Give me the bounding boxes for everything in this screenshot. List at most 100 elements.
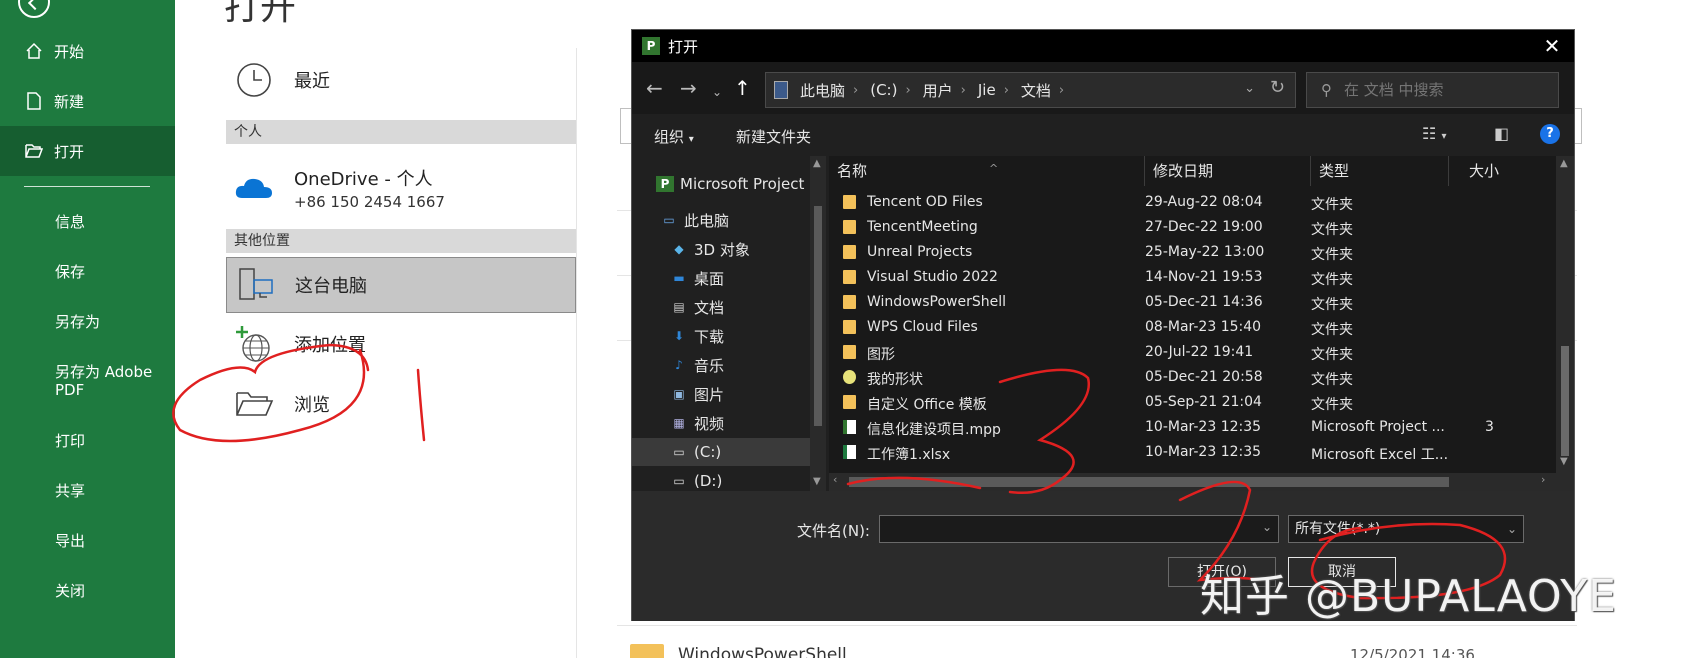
search-input[interactable] — [1344, 81, 1534, 99]
location-add-place[interactable]: 添加位置 — [226, 316, 576, 372]
nav-pane-label: 此电脑 — [684, 211, 730, 230]
file-date: 05-Dec-21 14:36 — [1145, 294, 1263, 310]
view-options-icon[interactable]: ☷ ▾ — [1422, 124, 1446, 143]
column-header-date[interactable]: 修改日期 — [1145, 156, 1311, 186]
help-icon[interactable]: ? — [1540, 124, 1560, 144]
breadcrumb-item[interactable]: 文档 — [1021, 80, 1051, 101]
globe-add-icon — [232, 322, 276, 366]
nav-close[interactable]: 关闭 — [55, 582, 85, 600]
forward-icon[interactable]: → — [680, 76, 697, 100]
nav-home[interactable]: 开始 — [0, 26, 175, 76]
file-row[interactable]: TencentMeeting 27-Dec-22 19:00 文件夹 — [829, 215, 1489, 240]
file-list-scrollbar[interactable]: ▲ ▼ — [1556, 156, 1574, 491]
file-type-select[interactable]: 所有文件(*.*) ⌄ — [1288, 515, 1524, 543]
breadcrumb-item[interactable]: (C:) — [870, 81, 897, 99]
column-header-size[interactable]: 大小 — [1449, 156, 1509, 186]
breadcrumb-item[interactable]: Jie — [978, 81, 996, 99]
close-button[interactable]: ✕ — [1540, 34, 1564, 58]
back-arrow-icon[interactable] — [18, 0, 50, 18]
filename-input[interactable]: ⌄ — [879, 515, 1279, 543]
nav-print[interactable]: 打印 — [55, 432, 85, 450]
navigation-pane: P Microsoft Project ▭ 此电脑 ◆ 3D 对象 ▬ 桌面 ▤… — [632, 156, 827, 491]
nav-videos[interactable]: ▦ 视频 — [670, 409, 827, 437]
location-label: 添加位置 — [294, 335, 366, 356]
file-row[interactable]: Unreal Projects 25-May-22 13:00 文件夹 — [829, 240, 1489, 265]
refresh-icon[interactable]: ↻ — [1270, 77, 1285, 98]
file-date: 29-Aug-22 08:04 — [1145, 194, 1263, 210]
file-row[interactable]: 我的形状 05-Dec-21 20:58 文件夹 — [829, 365, 1489, 390]
nav-save-as[interactable]: 另存为 — [55, 313, 100, 331]
nav-downloads[interactable]: ⬇ 下载 — [670, 322, 827, 350]
nav-3d-objects[interactable]: ◆ 3D 对象 — [670, 235, 827, 263]
scrollbar-thumb[interactable] — [1561, 346, 1569, 456]
file-type: 文件夹 — [1311, 222, 1353, 238]
file-row[interactable]: WindowsPowerShell 05-Dec-21 14:36 文件夹 — [829, 290, 1489, 315]
file-row[interactable]: Visual Studio 2022 14-Nov-21 19:53 文件夹 — [829, 265, 1489, 290]
scroll-up-icon[interactable]: ▲ — [1560, 158, 1568, 169]
open-folder-icon — [24, 141, 44, 161]
search-box[interactable]: ⚲ — [1306, 72, 1559, 108]
background-folder-row: WindowsPowerShell 12/5/2021 14:36 — [630, 640, 1590, 658]
back-icon[interactable]: ← — [646, 76, 663, 100]
project-file-icon — [843, 420, 856, 434]
file-list-hscrollbar[interactable]: ‹ › — [829, 473, 1556, 491]
nav-save-as-pdf[interactable]: 另存为 Adobe PDF — [55, 363, 165, 399]
location-browse[interactable]: 浏览 — [226, 376, 576, 432]
nav-open[interactable]: 打开 — [0, 126, 175, 176]
scroll-right-icon[interactable]: › — [1541, 473, 1545, 486]
nav-pictures[interactable]: ▣ 图片 — [670, 380, 827, 408]
location-label: 这台电脑 — [295, 276, 367, 297]
nav-share[interactable]: 共享 — [55, 482, 85, 500]
column-header-name[interactable]: 名称 ^ — [829, 156, 1145, 186]
nav-documents[interactable]: ▤ 文档 — [670, 293, 827, 321]
new-folder-button[interactable]: 新建文件夹 — [736, 126, 811, 147]
nav-music[interactable]: ♪ 音乐 — [670, 351, 827, 379]
project-icon: P — [656, 176, 674, 192]
file-row[interactable]: 图形 20-Jul-22 19:41 文件夹 — [829, 340, 1489, 365]
up-icon[interactable]: ↑ — [734, 76, 751, 100]
scroll-down-icon[interactable]: ▼ — [1560, 456, 1568, 467]
breadcrumb-item[interactable]: 用户 — [923, 80, 953, 101]
chevron-down-icon[interactable]: ⌄ — [1262, 520, 1272, 534]
address-box[interactable]: 此电脑 › (C:) › 用户 › Jie › 文档 › ⌄ ↻ — [765, 72, 1296, 108]
file-type: Microsoft Excel 工... — [1311, 447, 1449, 463]
file-name: 自定义 Office 模板 — [867, 397, 987, 413]
music-icon: ♪ — [675, 358, 683, 372]
picture-icon: ▣ — [673, 387, 685, 401]
nav-drive-d[interactable]: ▭ (D:) — [670, 467, 827, 491]
location-recent[interactable]: 最近 — [226, 52, 576, 108]
file-row[interactable]: Tencent OD Files 29-Aug-22 08:04 文件夹 — [829, 190, 1489, 215]
file-date: 27-Dec-22 19:00 — [1145, 219, 1263, 235]
chevron-down-icon[interactable]: ⌄ — [1244, 81, 1255, 96]
file-row[interactable]: 自定义 Office 模板 05-Sep-21 21:04 文件夹 — [829, 390, 1489, 415]
nav-this-pc[interactable]: ▭ 此电脑 — [660, 206, 827, 234]
recent-locations-icon[interactable]: ⌄ — [712, 80, 722, 104]
scrollbar-thumb[interactable] — [814, 206, 822, 426]
location-this-pc[interactable]: 这台电脑 — [226, 257, 576, 313]
breadcrumb-item[interactable]: 此电脑 — [800, 80, 845, 101]
scroll-left-icon[interactable]: ‹ — [833, 473, 837, 486]
cloud-icon — [232, 166, 276, 210]
nav-pane-label: (D:) — [694, 472, 723, 490]
nav-desktop[interactable]: ▬ 桌面 — [670, 264, 827, 292]
nav-info[interactable]: 信息 — [55, 213, 85, 231]
location-onedrive[interactable]: OneDrive - 个人 +86 150 2454 1667 — [226, 158, 576, 218]
scroll-down-icon[interactable]: ▼ — [813, 476, 821, 487]
nav-new[interactable]: 新建 — [0, 76, 175, 126]
nav-microsoft-project[interactable]: P Microsoft Project — [656, 170, 827, 198]
nav-drive-c[interactable]: ▭ (C:) — [632, 438, 810, 466]
chevron-right-icon: › — [1003, 82, 1009, 98]
scroll-up-icon[interactable]: ▲ — [813, 158, 821, 169]
scrollbar-thumb[interactable] — [849, 477, 1449, 487]
nav-pane-scrollbar[interactable]: ▲ ▼ — [810, 156, 826, 491]
column-header-type[interactable]: 类型 — [1311, 156, 1449, 186]
file-row[interactable]: 信息化建设项目.mpp 10-Mar-23 12:35 Microsoft Proj… — [829, 415, 1494, 440]
pane-divider — [576, 48, 577, 658]
organize-button[interactable]: 组织 ▾ — [654, 126, 694, 147]
nav-export[interactable]: 导出 — [55, 532, 85, 550]
file-name: 我的形状 — [867, 372, 923, 388]
file-row[interactable]: 工作簿1.xlsx 10-Mar-23 12:35 Microsoft Excel … — [829, 440, 1489, 465]
file-row[interactable]: WPS Cloud Files 08-Mar-23 15:40 文件夹 — [829, 315, 1489, 340]
preview-pane-icon[interactable]: ◧ — [1494, 124, 1509, 143]
nav-save[interactable]: 保存 — [55, 263, 85, 281]
